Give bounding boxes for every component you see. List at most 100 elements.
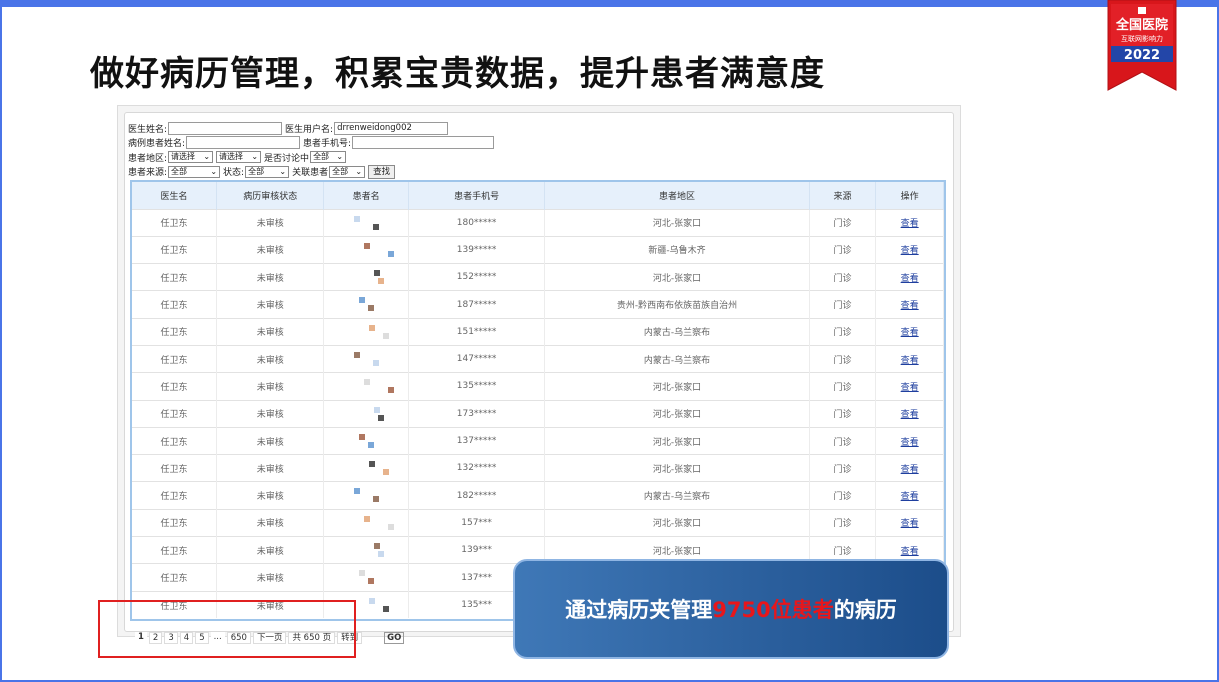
phone-cell: 135***** [408,372,546,401]
action-cell[interactable]: 查看 [875,427,944,455]
callout-banner: 通过病历夹管理 9750位患者 的病历 [513,559,949,659]
discussing-value: 全部 [313,152,330,162]
action-cell[interactable]: 查看 [875,481,944,510]
action-cell[interactable]: 查看 [875,509,944,537]
action-cell[interactable]: 查看 [875,263,944,291]
region-cell: 河北-张家口 [544,427,810,455]
search-button[interactable]: 查找 [368,164,396,179]
column-header: 操作 [875,182,944,209]
region-cell: 新疆-乌鲁木齐 [544,236,810,264]
doctor-cell: 任卫东 [132,318,218,346]
patient-name-input[interactable] [186,136,301,150]
redacted-pixel [354,488,361,495]
patient-name-cell [323,427,409,455]
doctor-cell: 任卫东 [132,236,218,264]
patient-name-cell [323,209,409,237]
redacted-pixel [388,387,395,394]
pagination-highlight-box [98,600,356,658]
region-cell: 河北-张家口 [544,400,810,428]
table-row: 任卫东 未审核 173***** 河北-张家口 门诊 查看 [132,400,944,428]
hospital-badge: 全国医院 互联网影响力 2022 [1107,0,1177,91]
phone-cell: 139***** [408,236,546,264]
source-cell: 门诊 [809,236,877,264]
slide-title: 做好病历管理，积累宝贵数据，提升患者满意度 [90,54,825,94]
doctor-user-label: 医生用户名: [285,124,334,135]
redacted-pixel [373,223,380,230]
phone-cell: 137***** [408,427,546,455]
source-cell: 门诊 [809,400,877,428]
source-select[interactable]: 全部 [168,165,221,178]
redacted-pixel [368,305,375,312]
doctor-cell: 任卫东 [132,263,218,291]
status-cell: 未审核 [216,509,325,537]
action-cell[interactable]: 查看 [875,454,944,482]
redacted-pixel [374,543,381,550]
source-value: 全部 [171,166,188,176]
doctor-cell: 任卫东 [132,454,218,482]
region-cell: 河北-张家口 [544,263,810,291]
phone-cell: 180***** [408,209,546,237]
redacted-pixel [378,551,385,558]
callout-prefix: 通过病历夹管理 [565,598,713,622]
doctor-name-input[interactable] [168,121,283,135]
discussing-label: 是否讨论中 [264,153,310,164]
patient-phone-input[interactable] [352,136,495,150]
status-cell: 未审核 [216,563,325,592]
table-row: 任卫东 未审核 135***** 河北-张家口 门诊 查看 [132,372,944,401]
table-row: 任卫东 未审核 151***** 内蒙古-乌兰察布 门诊 查看 [132,318,944,346]
phone-cell: 182***** [408,481,546,510]
region-cell: 内蒙古-乌兰察布 [544,345,810,373]
redacted-pixel [378,414,385,421]
region-cell: 河北-张家口 [544,454,810,482]
doctor-cell: 任卫东 [132,509,218,537]
redacted-pixel [359,570,366,577]
badge-line1: 全国医院 [1115,17,1168,33]
table-row: 任卫东 未审核 187***** 贵州-黔西南布依族苗族自治州 门诊 查看 [132,290,944,319]
source-cell: 门诊 [809,290,877,319]
doctor-user-input[interactable]: drrenweidong002 [334,121,449,135]
search-form: 医生姓名: 医生用户名: drrenweidong002 病例患者姓名: 患者手… [128,121,497,179]
patient-name-cell [323,536,409,564]
doctor-cell: 任卫东 [132,400,218,428]
source-cell: 门诊 [809,209,877,237]
doctor-cell: 任卫东 [132,290,218,319]
action-cell[interactable]: 查看 [875,400,944,428]
related-value: 全部 [332,166,349,176]
source-cell: 门诊 [809,454,877,482]
region-city-select[interactable]: 请选择 [216,151,262,164]
patient-name-cell [323,372,409,401]
discussing-select[interactable]: 全部 [310,151,347,164]
status-cell: 未审核 [216,536,325,564]
action-cell[interactable]: 查看 [875,209,944,237]
status-select[interactable]: 全部 [245,165,290,178]
action-cell[interactable]: 查看 [875,345,944,373]
region-cell: 河北-张家口 [544,372,810,401]
phone-cell: 152***** [408,263,546,291]
column-header: 患者名 [323,182,409,209]
source-cell: 门诊 [809,263,877,291]
column-header: 病历审核状态 [216,182,325,209]
source-cell: 门诊 [809,345,877,373]
action-cell[interactable]: 查看 [875,236,944,264]
status-cell: 未审核 [216,427,325,455]
go-button[interactable]: GO [384,632,405,644]
patient-name-label: 病例患者姓名: [128,139,186,150]
redacted-pixel [373,359,380,366]
table-row: 任卫东 未审核 182***** 内蒙古-乌兰察布 门诊 查看 [132,481,944,510]
action-cell[interactable]: 查看 [875,290,944,319]
region-province-select[interactable]: 请选择 [168,151,214,164]
action-cell[interactable]: 查看 [875,372,944,401]
region-cell: 河北-张家口 [544,209,810,237]
source-label: 患者来源: [128,168,168,179]
related-select[interactable]: 全部 [329,165,366,178]
redacted-pixel [354,351,361,358]
table-row: 任卫东 未审核 147***** 内蒙古-乌兰察布 门诊 查看 [132,345,944,373]
region-cell: 内蒙古-乌兰察布 [544,318,810,346]
source-cell: 门诊 [809,481,877,510]
redacted-pixel [369,597,376,604]
table-header-row: 医生名 病历审核状态 患者名 患者手机号 患者地区 来源 操作 [132,182,944,209]
phone-cell: 157*** [408,509,546,537]
action-cell[interactable]: 查看 [875,318,944,346]
status-cell: 未审核 [216,318,325,346]
callout-suffix: 的病历 [833,598,897,622]
